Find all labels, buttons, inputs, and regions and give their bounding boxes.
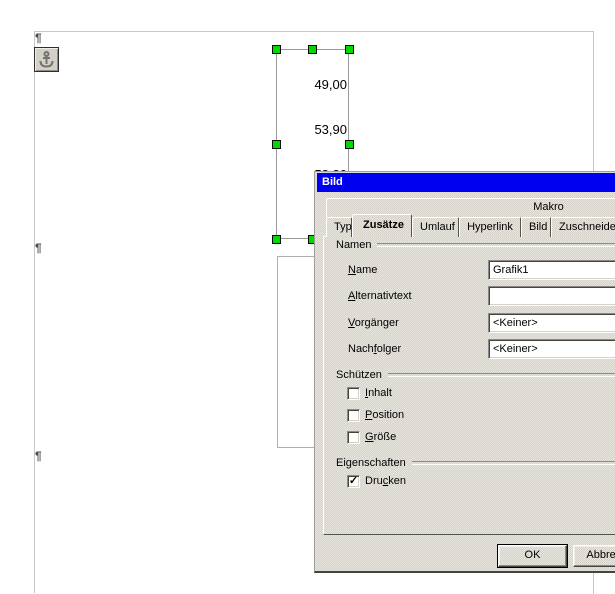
tab-umlauf[interactable]: Umlauf <box>412 217 459 237</box>
alternativtext-label: Alternativtext <box>348 290 412 302</box>
section-rule <box>388 373 615 377</box>
position-checkbox[interactable] <box>347 409 360 422</box>
inhalt-checkbox-row: Inhalt <box>347 386 392 400</box>
vorgaenger-label: Vorgänger <box>348 317 399 329</box>
dialog-title: Bild <box>322 176 343 188</box>
nachfolger-listbox[interactable]: <Keiner> <box>488 339 615 359</box>
paragraph-mark: ¶ <box>35 32 47 46</box>
tab-label: Hyperlink <box>467 221 513 233</box>
cancel-button[interactable]: Abbrechen <box>573 545 615 567</box>
section-rule <box>412 461 615 465</box>
bild-dialog: Bild Makro Typ Zusätze Umlauf Hyperlink … <box>314 171 615 573</box>
tab-label: Typ <box>334 221 352 233</box>
drucken-checkbox-row: ✓ Drucken <box>347 474 406 488</box>
number-line: 53,90 <box>314 122 347 137</box>
section-eigenschaften: Eigenschaften <box>336 457 615 469</box>
position-label: Position <box>365 409 404 421</box>
tab-label: Zuschneiden <box>559 221 615 233</box>
section-schuetzen: Schützen <box>336 369 615 381</box>
groesse-label: Größe <box>365 431 396 443</box>
vorgaenger-listbox[interactable]: <Keiner> <box>488 313 615 333</box>
tab-page-zusaetze: Namen Name Grafik1 Alternativtext Vorgän… <box>323 236 615 535</box>
groesse-checkbox[interactable] <box>347 431 360 444</box>
section-namen: Namen <box>336 239 615 251</box>
position-checkbox-row: Position <box>347 408 404 422</box>
tab-zusaetze[interactable]: Zusätze <box>352 214 412 237</box>
drucken-checkbox[interactable]: ✓ <box>347 475 360 488</box>
drucken-label: Drucken <box>365 475 406 487</box>
tab-zuschneiden[interactable]: Zuschneiden <box>551 217 615 237</box>
inhalt-checkbox[interactable] <box>347 387 360 400</box>
tab-label: Zusätze <box>363 219 404 231</box>
tab-typ[interactable]: Typ <box>326 217 352 237</box>
alternativtext-input[interactable] <box>488 286 615 306</box>
selection-handle-middle-left[interactable] <box>272 140 281 149</box>
paragraph-mark: ¶ <box>35 242 47 256</box>
tab-strip: Typ Zusätze Umlauf Hyperlink Bild Zuschn… <box>326 217 615 237</box>
tab-bild[interactable]: Bild <box>521 217 551 237</box>
tab-hyperlink[interactable]: Hyperlink <box>459 217 521 237</box>
section-label: Eigenschaften <box>336 457 412 469</box>
nachfolger-label: Nachfolger <box>348 343 401 355</box>
page-text-area-top-border <box>34 31 593 32</box>
name-input[interactable]: Grafik1 <box>488 260 615 280</box>
number-line: 49,00 <box>314 77 347 92</box>
tab-label: Bild <box>529 221 547 233</box>
anchor-glyph <box>39 51 54 68</box>
selection-handle-bottom-left[interactable] <box>272 235 281 244</box>
check-icon: ✓ <box>349 475 358 487</box>
section-label: Schützen <box>336 369 388 381</box>
section-rule <box>377 243 615 247</box>
section-label: Namen <box>336 239 377 251</box>
paragraph-mark: ¶ <box>35 450 47 464</box>
page-text-area-left-border <box>34 31 35 593</box>
tab-label: Umlauf <box>420 221 455 233</box>
ok-button[interactable]: OK <box>498 545 567 567</box>
dialog-title-bar[interactable]: Bild <box>317 173 615 192</box>
anchor-icon[interactable] <box>34 47 59 72</box>
name-label: Name <box>348 264 377 276</box>
selection-handle-top-left[interactable] <box>272 45 281 54</box>
groesse-checkbox-row: Größe <box>347 430 396 444</box>
tab-label: Makro <box>533 201 564 213</box>
inhalt-label: Inhalt <box>365 387 392 399</box>
